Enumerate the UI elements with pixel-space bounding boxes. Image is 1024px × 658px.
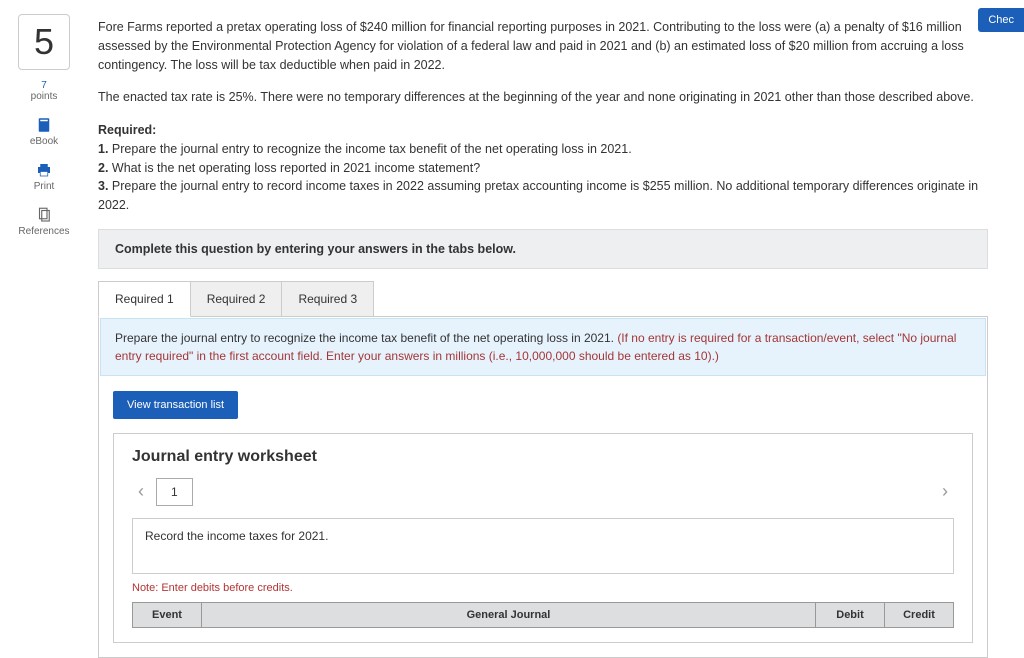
tab-required-1[interactable]: Required 1 (98, 281, 191, 317)
references-button[interactable]: References (0, 206, 88, 237)
journal-entry-worksheet: Journal entry worksheet ‹ 1 › Record the… (113, 433, 973, 643)
points-display: 7 points (0, 80, 88, 102)
record-description: Record the income taxes for 2021. (132, 518, 954, 574)
col-header-event: Event (132, 602, 202, 628)
question-number: 5 (18, 14, 70, 70)
journal-page-1[interactable]: 1 (156, 478, 193, 506)
problem-para-1: Fore Farms reported a pretax operating l… (98, 18, 988, 74)
ebook-label: eBook (30, 136, 58, 147)
chevron-left-icon[interactable]: ‹ (132, 481, 150, 502)
book-icon (35, 116, 53, 134)
journal-table-header: Event General Journal Debit Credit (132, 602, 954, 628)
col-header-credit: Credit (884, 602, 954, 628)
worksheet-title: Journal entry worksheet (132, 448, 954, 466)
problem-para-2: The enacted tax rate is 25%. There were … (98, 88, 988, 107)
col-header-journal: General Journal (201, 602, 816, 628)
points-label: points (0, 91, 88, 102)
required-section: Required:1. Prepare the journal entry to… (98, 121, 988, 215)
instruction-box: Complete this question by entering your … (98, 229, 988, 269)
print-button[interactable]: Print (0, 161, 88, 192)
requirement-tabs: Required 1 Required 2 Required 3 (98, 281, 988, 317)
tab-required-3[interactable]: Required 3 (281, 281, 374, 317)
points-value: 7 (0, 80, 88, 91)
chevron-right-icon[interactable]: › (936, 481, 954, 502)
view-transaction-list-button[interactable]: View transaction list (113, 391, 238, 419)
sidebar: 5 7 points eBook Print References (0, 0, 88, 658)
check-button[interactable]: Chec (978, 8, 1024, 32)
col-header-debit: Debit (815, 602, 885, 628)
worksheet-note: Note: Enter debits before credits. (132, 582, 954, 594)
references-label: References (18, 226, 69, 237)
worksheet-nav: ‹ 1 › (132, 478, 954, 506)
tab-content: Prepare the journal entry to recognize t… (98, 316, 988, 658)
print-label: Print (34, 181, 55, 192)
tab-required-2[interactable]: Required 2 (190, 281, 283, 317)
ebook-button[interactable]: eBook (0, 116, 88, 147)
printer-icon (35, 161, 53, 179)
references-icon (35, 206, 53, 224)
main-content: Fore Farms reported a pretax operating l… (88, 0, 998, 658)
prompt-box: Prepare the journal entry to recognize t… (100, 318, 986, 376)
prompt-text: Prepare the journal entry to recognize t… (115, 331, 617, 345)
